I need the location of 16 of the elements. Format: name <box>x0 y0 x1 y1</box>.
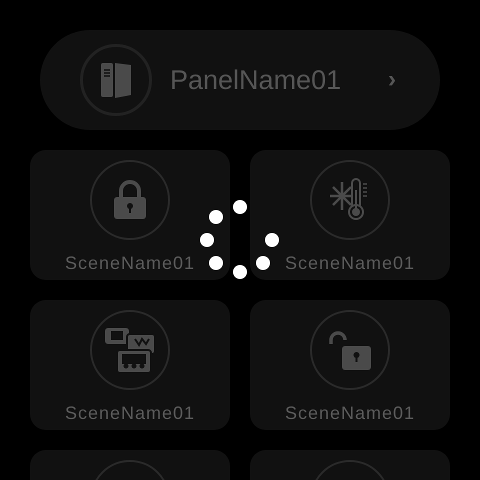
scene-card[interactable]: SceneName01 <box>30 150 230 280</box>
open-padlock-icon <box>328 330 372 370</box>
scene-name: SceneName01 <box>284 402 416 425</box>
padlock-icon <box>113 180 147 220</box>
chevron-icon: › <box>388 62 396 98</box>
scene-name: SceneName01 <box>64 402 196 425</box>
scene-name: SceneName01 <box>64 252 196 275</box>
scene-name: SceneName01 <box>284 252 416 275</box>
scene-card[interactable]: SceneName01 <box>250 300 450 430</box>
screens-icon <box>103 326 157 374</box>
door-icon <box>100 61 132 99</box>
panel-button[interactable]: PanelName01 › <box>40 30 440 130</box>
snowflake-thermometer-icon <box>330 178 370 222</box>
scene-card[interactable]: SceneName01 <box>30 300 230 430</box>
scene-card[interactable]: SceneName01 <box>250 150 450 280</box>
panel-name: PanelName01 <box>170 64 342 97</box>
